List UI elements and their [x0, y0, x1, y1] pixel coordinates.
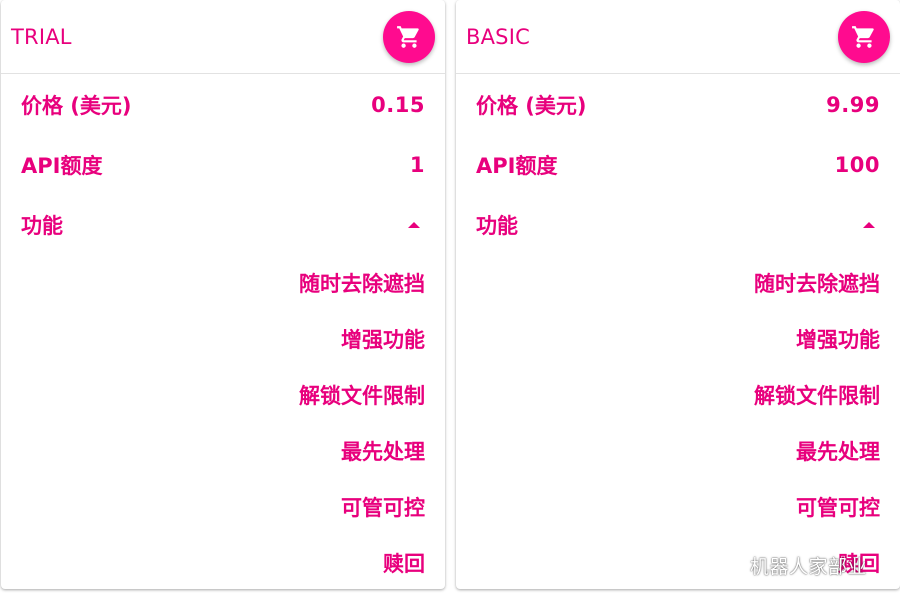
feature-item: 赎回	[383, 552, 425, 576]
api-quota-row: API额度 1	[21, 148, 425, 182]
api-quota-label: API额度	[476, 154, 558, 178]
plan-name: BASIC	[466, 25, 530, 49]
feature-item: 最先处理	[341, 440, 425, 464]
plan-card-header: BASIC	[456, 0, 900, 74]
api-quota-label: API额度	[21, 154, 103, 178]
caret-up-icon[interactable]	[863, 222, 875, 228]
shopping-cart-icon	[397, 26, 419, 48]
feature-list: 随时去除遮挡 增强功能 解锁文件限制 最先处理 可管可控 赎回	[299, 262, 425, 593]
feature-item: 随时去除遮挡	[754, 272, 880, 296]
plan-card-basic: BASIC 价格 (美元) 9.99 API额度 100 功能 随时去除遮挡 增…	[456, 0, 900, 589]
price-row: 价格 (美元) 9.99	[476, 88, 880, 122]
plan-card-trial: TRIAL 价格 (美元) 0.15 API额度 1 功能 随时去除遮挡 增强功…	[1, 0, 445, 589]
watermark: 机器人家部业	[750, 556, 868, 578]
feature-item: 解锁文件限制	[754, 384, 880, 408]
features-label: 功能	[21, 214, 63, 238]
feature-list: 随时去除遮挡 增强功能 解锁文件限制 最先处理 可管可控 赎回	[754, 262, 880, 593]
add-to-cart-button[interactable]	[838, 11, 890, 63]
price-row: 价格 (美元) 0.15	[21, 88, 425, 122]
feature-item: 可管可控	[796, 496, 880, 520]
price-value: 0.15	[371, 93, 425, 117]
caret-up-icon[interactable]	[408, 222, 420, 228]
feature-item: 解锁文件限制	[299, 384, 425, 408]
features-toggle[interactable]: 功能	[21, 208, 425, 242]
price-label: 价格 (美元)	[21, 94, 132, 118]
plan-card-header: TRIAL	[1, 0, 445, 74]
feature-item: 增强功能	[341, 328, 425, 352]
price-label: 价格 (美元)	[476, 94, 587, 118]
features-label: 功能	[476, 214, 518, 238]
plan-name: TRIAL	[11, 25, 72, 49]
add-to-cart-button[interactable]	[383, 11, 435, 63]
feature-item: 最先处理	[796, 440, 880, 464]
feature-item: 可管可控	[341, 496, 425, 520]
api-quota-value: 100	[834, 153, 880, 177]
feature-item: 增强功能	[796, 328, 880, 352]
api-quota-value: 1	[409, 153, 425, 177]
api-quota-row: API额度 100	[476, 148, 880, 182]
price-value: 9.99	[826, 93, 880, 117]
features-toggle[interactable]: 功能	[476, 208, 880, 242]
feature-item: 随时去除遮挡	[299, 272, 425, 296]
shopping-cart-icon	[852, 26, 874, 48]
